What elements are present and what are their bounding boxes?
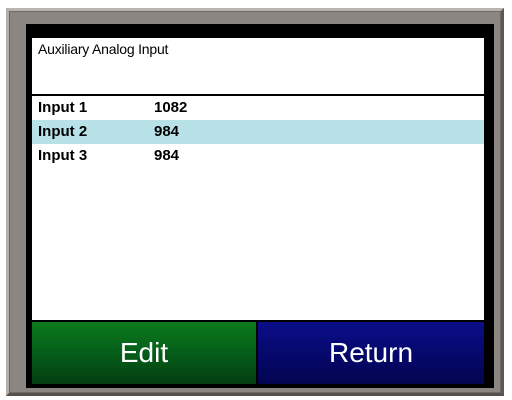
- input-value: 984: [154, 123, 180, 140]
- input-label: Input 3: [38, 147, 88, 164]
- input-row-1[interactable]: Input 1 1082: [32, 96, 484, 120]
- input-value: 984: [154, 147, 180, 164]
- input-list: Input 1 1082 Input 2 984 Input 3 984: [32, 96, 484, 320]
- hmi-screen: Auxiliary Analog Input Input 1 1082 Inpu…: [26, 24, 494, 388]
- return-button[interactable]: Return: [258, 322, 484, 384]
- return-button-label: Return: [328, 337, 414, 368]
- edit-button-label: Edit: [119, 337, 169, 368]
- input-label: Input 2: [38, 123, 88, 140]
- screen-title-panel: Auxiliary Analog Input: [32, 38, 484, 94]
- edit-button[interactable]: Edit: [32, 322, 256, 384]
- page-title: Auxiliary Analog Input: [38, 41, 169, 57]
- input-row-2[interactable]: Input 2 984: [32, 120, 484, 144]
- input-row-3[interactable]: Input 3 984: [32, 144, 484, 168]
- input-label: Input 1: [38, 99, 88, 116]
- input-value: 1082: [154, 99, 188, 116]
